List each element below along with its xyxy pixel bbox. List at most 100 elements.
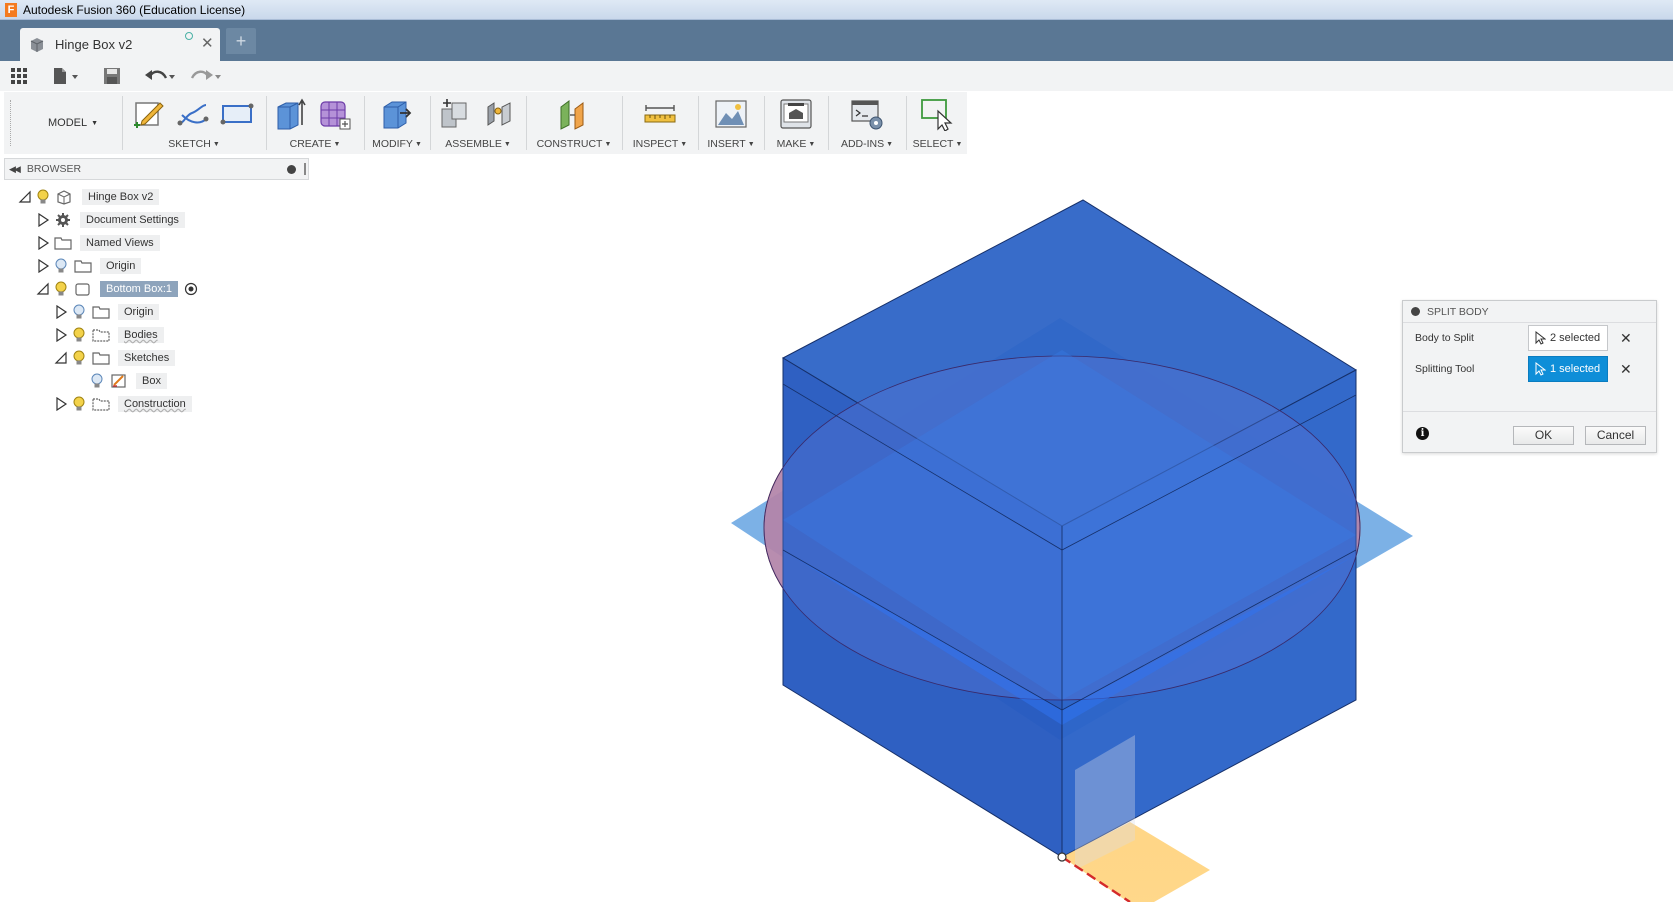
select-menu-label: SELECT <box>912 138 954 150</box>
expanded-triangle-icon[interactable] <box>36 282 50 296</box>
toolbar-separator <box>622 96 623 150</box>
expanded-triangle-icon[interactable] <box>18 190 32 204</box>
activate-component-icon[interactable] <box>184 282 198 296</box>
tree-node-label: Sketches <box>118 350 176 366</box>
tree-node-origin[interactable]: Origin <box>36 255 142 277</box>
workspace-label: MODEL <box>47 117 88 129</box>
select-menu[interactable]: SELECT ▼ <box>908 138 967 150</box>
assemble-menu-label: ASSEMBLE <box>445 138 502 150</box>
visibility-bulb-icon[interactable] <box>54 281 68 297</box>
scripts-add-ins-icon[interactable] <box>850 97 884 131</box>
insert-menu[interactable]: INSERT ▼ <box>700 138 762 150</box>
tree-node-box-sketch[interactable]: Box <box>86 370 167 392</box>
create-sketch-icon[interactable] <box>132 97 166 131</box>
minimize-dialog-icon[interactable] <box>1411 307 1420 316</box>
make-group: MAKE ▼ <box>766 92 826 154</box>
tree-node-label: Document Settings <box>80 212 185 228</box>
collapsed-triangle-icon[interactable] <box>36 259 50 273</box>
tree-node-sketches[interactable]: Sketches <box>54 347 176 369</box>
document-tab-bar: Hinge Box v2 ✕ + <box>0 20 1673 61</box>
visibility-bulb-icon[interactable] <box>72 396 86 412</box>
data-panel-grid-icon[interactable] <box>10 66 28 86</box>
undo-icon[interactable] <box>144 66 176 86</box>
press-pull-icon[interactable] <box>378 97 412 131</box>
tree-node-named-views[interactable]: Named Views <box>36 232 160 254</box>
workspace-switcher[interactable]: MODEL ▼ <box>18 112 128 134</box>
browser-pin-icon[interactable] <box>304 163 306 175</box>
collapsed-triangle-icon[interactable] <box>36 213 50 227</box>
create-menu[interactable]: CREATE ▼ <box>268 138 362 150</box>
collapsed-triangle-icon[interactable] <box>54 328 68 342</box>
add-ins-group: ADD-INS ▼ <box>830 92 904 154</box>
insert-group: INSERT ▼ <box>700 92 762 154</box>
add-ins-menu-label: ADD-INS <box>840 138 885 150</box>
tree-node-label: Origin <box>100 258 142 274</box>
visibility-bulb-icon[interactable] <box>72 327 86 343</box>
splitting-tool-row: Splitting Tool 1 selected ✕ <box>1415 356 1650 382</box>
toolbar-separator <box>266 96 267 150</box>
collapsed-triangle-icon[interactable] <box>36 236 50 250</box>
minimize-browser-icon[interactable] <box>287 165 296 174</box>
visibility-bulb-icon[interactable] <box>72 350 86 366</box>
redo-icon[interactable] <box>188 66 222 86</box>
rectangle-icon[interactable] <box>220 97 254 131</box>
collapse-browser-icon[interactable]: ◀◀ <box>9 164 21 175</box>
hidden-bulb-icon[interactable] <box>72 304 86 320</box>
info-icon[interactable]: i <box>1416 427 1429 440</box>
caret-down-icon: ▼ <box>91 120 99 127</box>
insert-image-icon[interactable] <box>714 97 748 131</box>
close-tab-icon[interactable]: ✕ <box>201 34 214 52</box>
caret-down-icon: ▼ <box>886 141 894 148</box>
tree-node-label: Named Views <box>80 235 160 251</box>
tree-node-label: Bottom Box:1 <box>100 281 179 297</box>
folder-icon <box>92 329 110 342</box>
assemble-menu[interactable]: ASSEMBLE ▼ <box>432 138 524 150</box>
collapsed-triangle-icon[interactable] <box>54 305 68 319</box>
joint-icon[interactable] <box>482 97 516 131</box>
construct-group: CONSTRUCT ▼ <box>528 92 620 154</box>
tree-node-component-origin[interactable]: Origin <box>54 301 160 323</box>
tree-node-label: Hinge Box v2 <box>82 189 160 205</box>
clear-tool-selection-icon[interactable]: ✕ <box>1620 361 1632 378</box>
modify-menu[interactable]: MODIFY ▼ <box>366 138 428 150</box>
measure-icon[interactable] <box>643 97 677 131</box>
sketch-menu[interactable]: SKETCH ▼ <box>124 138 264 150</box>
visibility-bulb-icon[interactable] <box>36 189 50 205</box>
cancel-button[interactable]: Cancel <box>1585 426 1646 445</box>
construct-menu[interactable]: CONSTRUCT ▼ <box>528 138 620 150</box>
tree-node-bodies[interactable]: Bodies <box>54 324 164 346</box>
tree-node-root[interactable]: Hinge Box v2 <box>18 186 160 208</box>
3d-print-icon[interactable] <box>779 97 813 131</box>
tree-node-document-settings[interactable]: Document Settings <box>36 209 185 231</box>
expanded-triangle-icon[interactable] <box>54 351 68 365</box>
save-icon[interactable] <box>103 66 121 86</box>
splitting-tool-selector[interactable]: 1 selected <box>1528 356 1608 382</box>
tree-node-construction[interactable]: Construction <box>54 393 192 415</box>
browser-title: BROWSER <box>26 163 82 175</box>
file-menu-icon[interactable] <box>52 66 82 86</box>
inspect-menu[interactable]: INSPECT ▼ <box>624 138 696 150</box>
hidden-bulb-icon[interactable] <box>54 258 68 274</box>
spline-icon[interactable] <box>176 97 210 131</box>
add-ins-menu[interactable]: ADD-INS ▼ <box>830 138 904 150</box>
form-icon[interactable] <box>318 97 352 131</box>
body-to-split-selector[interactable]: 2 selected <box>1528 325 1608 351</box>
toolbar-separator <box>698 96 699 150</box>
title-bar: F Autodesk Fusion 360 (Education License… <box>0 0 1673 20</box>
caret-down-icon: ▼ <box>747 141 755 148</box>
hidden-bulb-icon[interactable] <box>90 373 104 389</box>
offset-plane-icon[interactable] <box>557 97 591 131</box>
clear-body-selection-icon[interactable]: ✕ <box>1620 330 1632 347</box>
document-tab[interactable]: Hinge Box v2 ✕ <box>20 28 220 61</box>
tree-node-bottom-box[interactable]: Bottom Box:1 <box>36 278 198 300</box>
split-body-header: SPLIT BODY <box>1403 301 1656 323</box>
extrude-icon[interactable] <box>274 97 308 131</box>
origin-point[interactable] <box>1057 852 1067 862</box>
make-menu[interactable]: MAKE ▼ <box>766 138 826 150</box>
collapsed-triangle-icon[interactable] <box>54 397 68 411</box>
select-icon[interactable] <box>920 97 954 131</box>
new-tab-button[interactable]: + <box>226 28 256 54</box>
ok-button[interactable]: OK <box>1513 426 1574 445</box>
3d-viewport[interactable] <box>700 190 1420 902</box>
new-component-icon[interactable] <box>438 97 472 131</box>
